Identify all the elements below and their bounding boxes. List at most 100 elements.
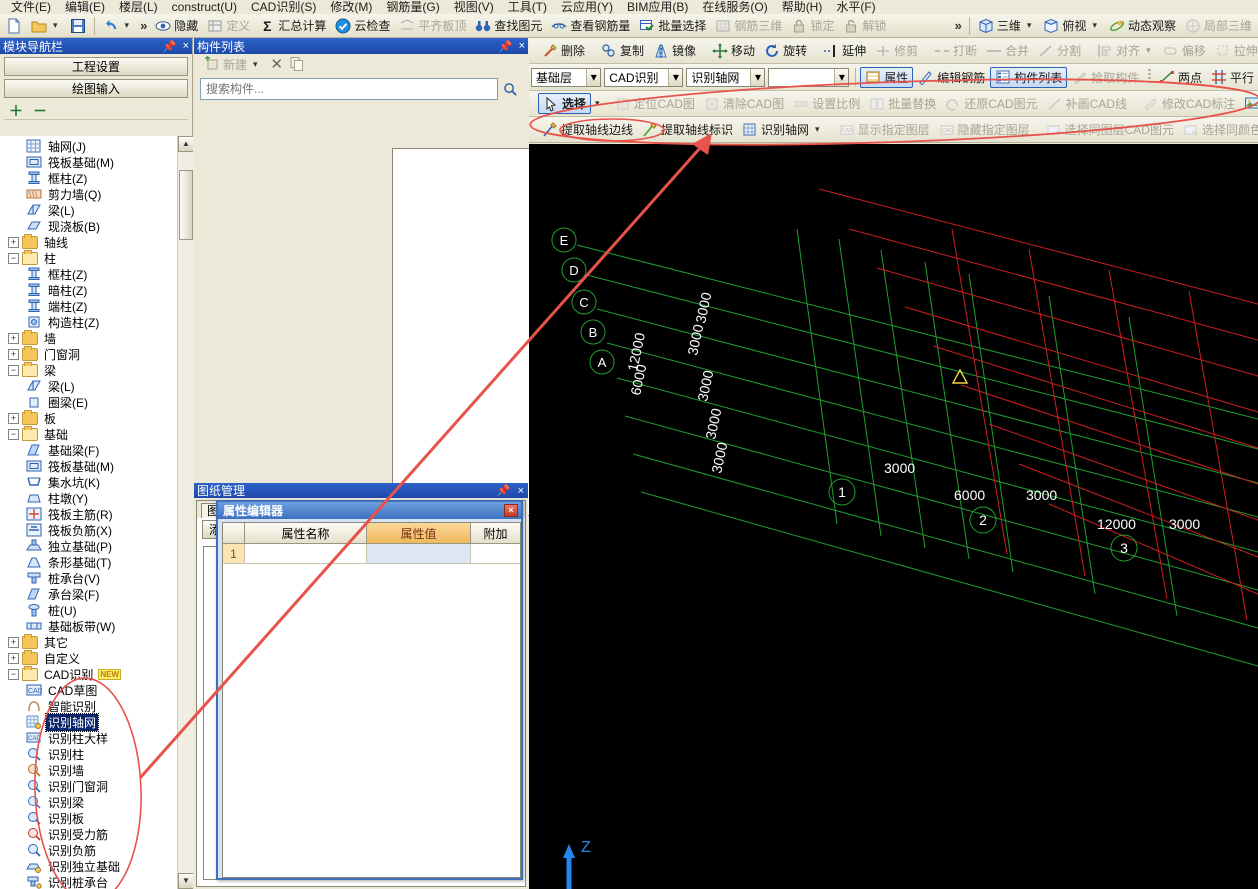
tree-item-18[interactable]: − 基础 <box>0 425 176 442</box>
menu-item[interactable]: 帮助(H) <box>775 1 830 14</box>
tree-item-13[interactable]: + 门窗洞 <box>0 345 176 362</box>
break-button[interactable]: 打断 <box>930 40 981 61</box>
tree-item-40[interactable]: 识别门窗洞 <box>0 778 176 794</box>
new-file-button[interactable] <box>2 15 26 36</box>
property-editor-window[interactable]: 属性编辑器 × 属性名称 属性值 附加 1 <box>216 500 523 880</box>
tree-item-35[interactable]: 智能识别 <box>0 698 176 714</box>
tree-item-11[interactable]: 构造柱(Z) <box>0 314 176 330</box>
tree-item-20[interactable]: 筏板基础(M) <box>0 458 176 474</box>
tree-scrollbar[interactable]: ▲ ▼ <box>177 136 193 889</box>
trim-button[interactable]: 修剪 <box>871 40 922 61</box>
pin-icon[interactable]: 📌 <box>499 40 513 53</box>
clear-cad-button[interactable]: 清除CAD图 <box>700 93 788 114</box>
floor-select[interactable]: 基础层 ▾ <box>531 67 602 87</box>
hide-layer-button[interactable]: CAD 隐藏指定图层 <box>935 119 1034 140</box>
select-same-layer-button[interactable]: 选择同图层CAD图元 <box>1042 119 1178 140</box>
main-toolbar[interactable]: ▾ ▾ » 隐藏 定义 Σ 汇总计算 云检查 平齐板顶 查找图元 查看钢筋量 批… <box>0 14 1258 38</box>
lock-button[interactable]: 锁定 <box>787 15 838 36</box>
tree-item-14[interactable]: − 梁 <box>0 361 176 378</box>
modify-toolbar[interactable]: 删除 复制 镜像 移动 旋转 延伸 修剪 打断 合并 分割 对齐 ▾ 偏移 拉伸 <box>529 38 1258 64</box>
context-toolbar[interactable]: 基础层 ▾ CAD识别 ▾ 识别轴网 ▾ ▾ 属性 编辑钢筋 构件列表 拾取构件… <box>529 64 1258 91</box>
cad-toolbar[interactable]: 选择 ▾ 定位CAD图 清除CAD图 设置比例 批量替换 还原CAD图元 补画C… <box>529 91 1258 117</box>
rotate-button[interactable]: 旋转 <box>760 40 811 61</box>
tree-item-24[interactable]: 筏板负筋(X) <box>0 522 176 538</box>
view-3d-button[interactable]: 三维 ▾ <box>974 15 1039 36</box>
expand-icon[interactable]: + <box>8 412 19 424</box>
toolbar-grip[interactable] <box>1148 69 1151 85</box>
chevron-down-icon[interactable]: ▾ <box>50 20 61 31</box>
set-scale-button[interactable]: 设置比例 <box>789 93 864 114</box>
property-row-extra[interactable] <box>471 544 520 564</box>
pin-icon[interactable]: 📌 <box>497 484 511 497</box>
save-button[interactable] <box>66 15 90 36</box>
align-button[interactable]: 对齐 ▾ <box>1093 40 1158 61</box>
tree-item-32[interactable]: + 自定义 <box>0 649 176 666</box>
search-button[interactable] <box>498 78 522 100</box>
tree-item-23[interactable]: 筏板主筋(R) <box>0 506 176 522</box>
chevron-down-icon[interactable]: ▾ <box>750 68 765 86</box>
tree-item-26[interactable]: 条形基础(T) <box>0 554 176 570</box>
menu-item[interactable]: 水平(F) <box>829 1 882 14</box>
image-manager-button[interactable]: 图片管理 <box>1240 93 1258 114</box>
rebar-3d-button[interactable]: 钢筋三维 <box>711 15 786 36</box>
move-button[interactable]: 移动 <box>708 40 759 61</box>
tree-item-15[interactable]: 梁(L) <box>0 378 176 394</box>
tree-item-46[interactable]: 识别桩承台 <box>0 874 176 889</box>
property-editor-close-button[interactable]: × <box>504 504 518 517</box>
copy-component-icon[interactable] <box>289 56 305 72</box>
tree-item-2[interactable]: 框柱(Z) <box>0 170 176 186</box>
menu-item[interactable]: 云应用(Y) <box>554 1 620 14</box>
menu-item[interactable]: 文件(E) <box>4 1 58 14</box>
menu-item[interactable]: BIM应用(B) <box>620 1 695 14</box>
menu-item[interactable]: 工具(T) <box>501 1 554 14</box>
search-input[interactable] <box>200 78 498 100</box>
toolbar-overflow-right-button[interactable]: » <box>952 18 965 33</box>
tree-item-37[interactable]: CAD 识别柱大样 <box>0 730 176 746</box>
chevron-down-icon[interactable]: ▾ <box>668 68 683 86</box>
parallel-button[interactable]: 平行 <box>1207 67 1258 88</box>
tree-item-39[interactable]: 识别墙 <box>0 762 176 778</box>
chevron-down-icon[interactable]: ▾ <box>834 68 849 86</box>
tree-item-45[interactable]: 识别独立基础 <box>0 858 176 874</box>
tree-item-38[interactable]: 识别柱 <box>0 746 176 762</box>
tree-item-21[interactable]: 集水坑(K) <box>0 474 176 490</box>
toolbar-overflow-button[interactable]: » <box>137 18 150 33</box>
cloud-check-button[interactable]: 云检查 <box>331 15 394 36</box>
extend-button[interactable]: 延伸 <box>819 40 870 61</box>
partial-3d-button[interactable]: 局部三维 <box>1181 15 1256 36</box>
expand-icon[interactable]: + <box>8 636 19 648</box>
tree-item-4[interactable]: 梁(L) <box>0 202 176 218</box>
component-list-toolbar[interactable]: 新建 ▾ ✕ <box>194 54 528 74</box>
merge-button[interactable]: 合并 <box>982 40 1033 61</box>
delete-button[interactable]: 删除 <box>538 40 589 61</box>
property-row-name[interactable] <box>245 544 367 564</box>
edit-rebar-button[interactable]: 编辑钢筋 <box>914 67 989 88</box>
tree-item-31[interactable]: + 其它 <box>0 633 176 650</box>
cad-canvas[interactable]: E D C B A 1 2 3 6000 12000 3000 3000 300… <box>529 144 1258 889</box>
drawing-input-button[interactable]: 绘图输入 <box>4 79 188 98</box>
pick-component-button[interactable]: 拾取构件 <box>1068 67 1143 88</box>
extract-axis-edge-button[interactable]: 提取轴线边线 <box>538 119 637 140</box>
copy-button[interactable]: 复制 <box>597 40 648 61</box>
expand-icon[interactable]: + <box>8 652 19 664</box>
scroll-down-arrow[interactable]: ▼ <box>178 873 193 889</box>
offset-button[interactable]: 偏移 <box>1159 40 1210 61</box>
menu-item[interactable]: 视图(V) <box>447 1 501 14</box>
split-button[interactable]: 分割 <box>1034 40 1085 61</box>
chevron-down-icon[interactable]: ▾ <box>592 98 603 109</box>
summary-calc-button[interactable]: Σ 汇总计算 <box>255 15 330 36</box>
menu-item[interactable]: 编辑(E) <box>58 1 112 14</box>
tree-item-5[interactable]: 现浇板(B) <box>0 218 176 234</box>
tree-item-1[interactable]: 筏板基础(M) <box>0 154 176 170</box>
edit-cad-dimension-button[interactable]: 修改CAD标注 <box>1139 93 1239 114</box>
chevron-down-icon[interactable]: ▾ <box>812 124 823 135</box>
open-file-button[interactable]: ▾ <box>27 15 65 36</box>
tree-item-17[interactable]: + 板 <box>0 409 176 426</box>
tree-item-41[interactable]: 识别梁 <box>0 794 176 810</box>
batch-select-button[interactable]: 批量选择 <box>635 15 710 36</box>
extract-axis-mark-button[interactable]: 提取轴线标识 <box>638 119 737 140</box>
tree-item-34[interactable]: CAD CAD草图 <box>0 682 176 698</box>
component-list-button[interactable]: 构件列表 <box>990 66 1068 88</box>
draw-cad-line-button[interactable]: 补画CAD线 <box>1043 93 1131 114</box>
tree-item-8[interactable]: 框柱(Z) <box>0 266 176 282</box>
